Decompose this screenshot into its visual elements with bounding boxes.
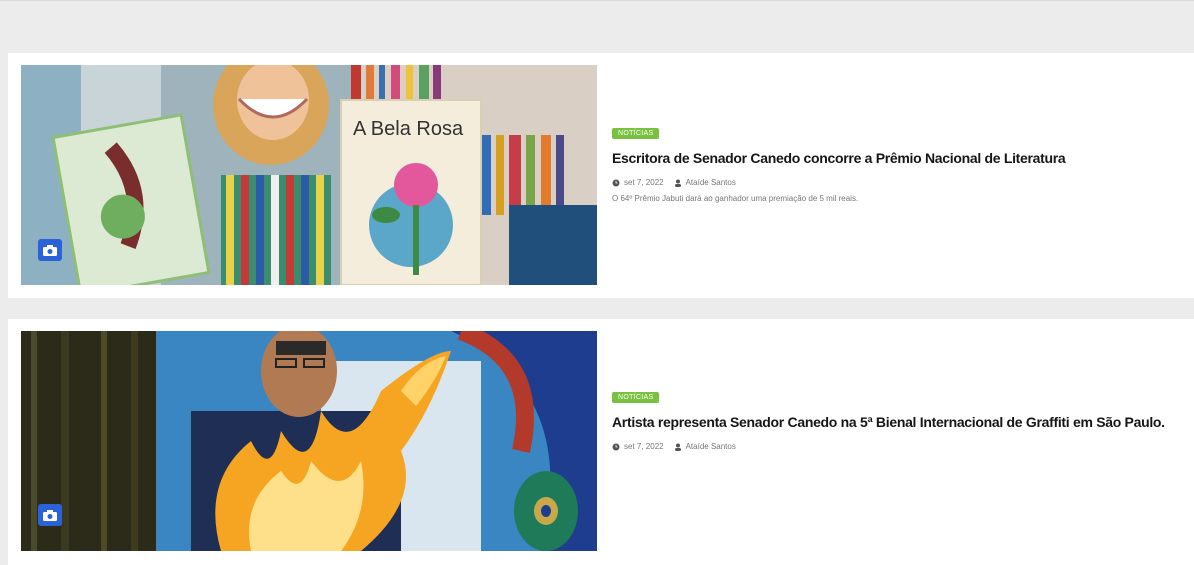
post-card: A Bela Rosa notícias Escritora de Senado…: [8, 53, 1194, 298]
post-author-text[interactable]: Ataíde Santos: [686, 442, 736, 451]
post-date: set 7, 2022: [612, 442, 664, 451]
camera-icon: [38, 239, 62, 261]
post-content: notícias Escritora de Senador Canedo con…: [612, 122, 1174, 203]
post-content: notícias Artista representa Senador Cane…: [612, 386, 1174, 451]
category-badge[interactable]: notícias: [612, 128, 660, 139]
post-date: set 7, 2022: [612, 178, 664, 187]
post-author[interactable]: Ataíde Santos: [674, 178, 736, 187]
post-date-text: set 7, 2022: [624, 178, 664, 187]
top-band: [0, 0, 1194, 51]
post-excerpt: O 64º Prêmio Jabuti dará ao ganhador uma…: [612, 194, 859, 203]
post-title[interactable]: Artista representa Senador Canedo na 5ª …: [612, 412, 1174, 433]
post-thumbnail[interactable]: A Bela Rosa: [21, 65, 597, 285]
post-meta: set 7, 2022 Ataíde Santos: [612, 178, 1174, 187]
user-icon: [674, 443, 681, 451]
post-date-text: set 7, 2022: [624, 442, 664, 451]
book-title-text: A Bela Rosa: [353, 118, 464, 140]
user-icon: [674, 179, 681, 187]
post-image: [21, 331, 597, 551]
post-author-text[interactable]: Ataíde Santos: [686, 178, 736, 187]
post-title[interactable]: Escritora de Senador Canedo concorre a P…: [612, 148, 1174, 169]
clock-icon: [612, 179, 620, 186]
clock-icon: [612, 443, 620, 450]
post-author[interactable]: Ataíde Santos: [674, 442, 736, 451]
category-badge[interactable]: notícias: [612, 392, 660, 403]
post-card: notícias Artista representa Senador Cane…: [8, 319, 1194, 565]
post-meta: set 7, 2022 Ataíde Santos: [612, 442, 1174, 451]
post-thumbnail[interactable]: [21, 331, 597, 551]
post-image: A Bela Rosa: [21, 65, 597, 285]
camera-icon: [38, 504, 62, 526]
